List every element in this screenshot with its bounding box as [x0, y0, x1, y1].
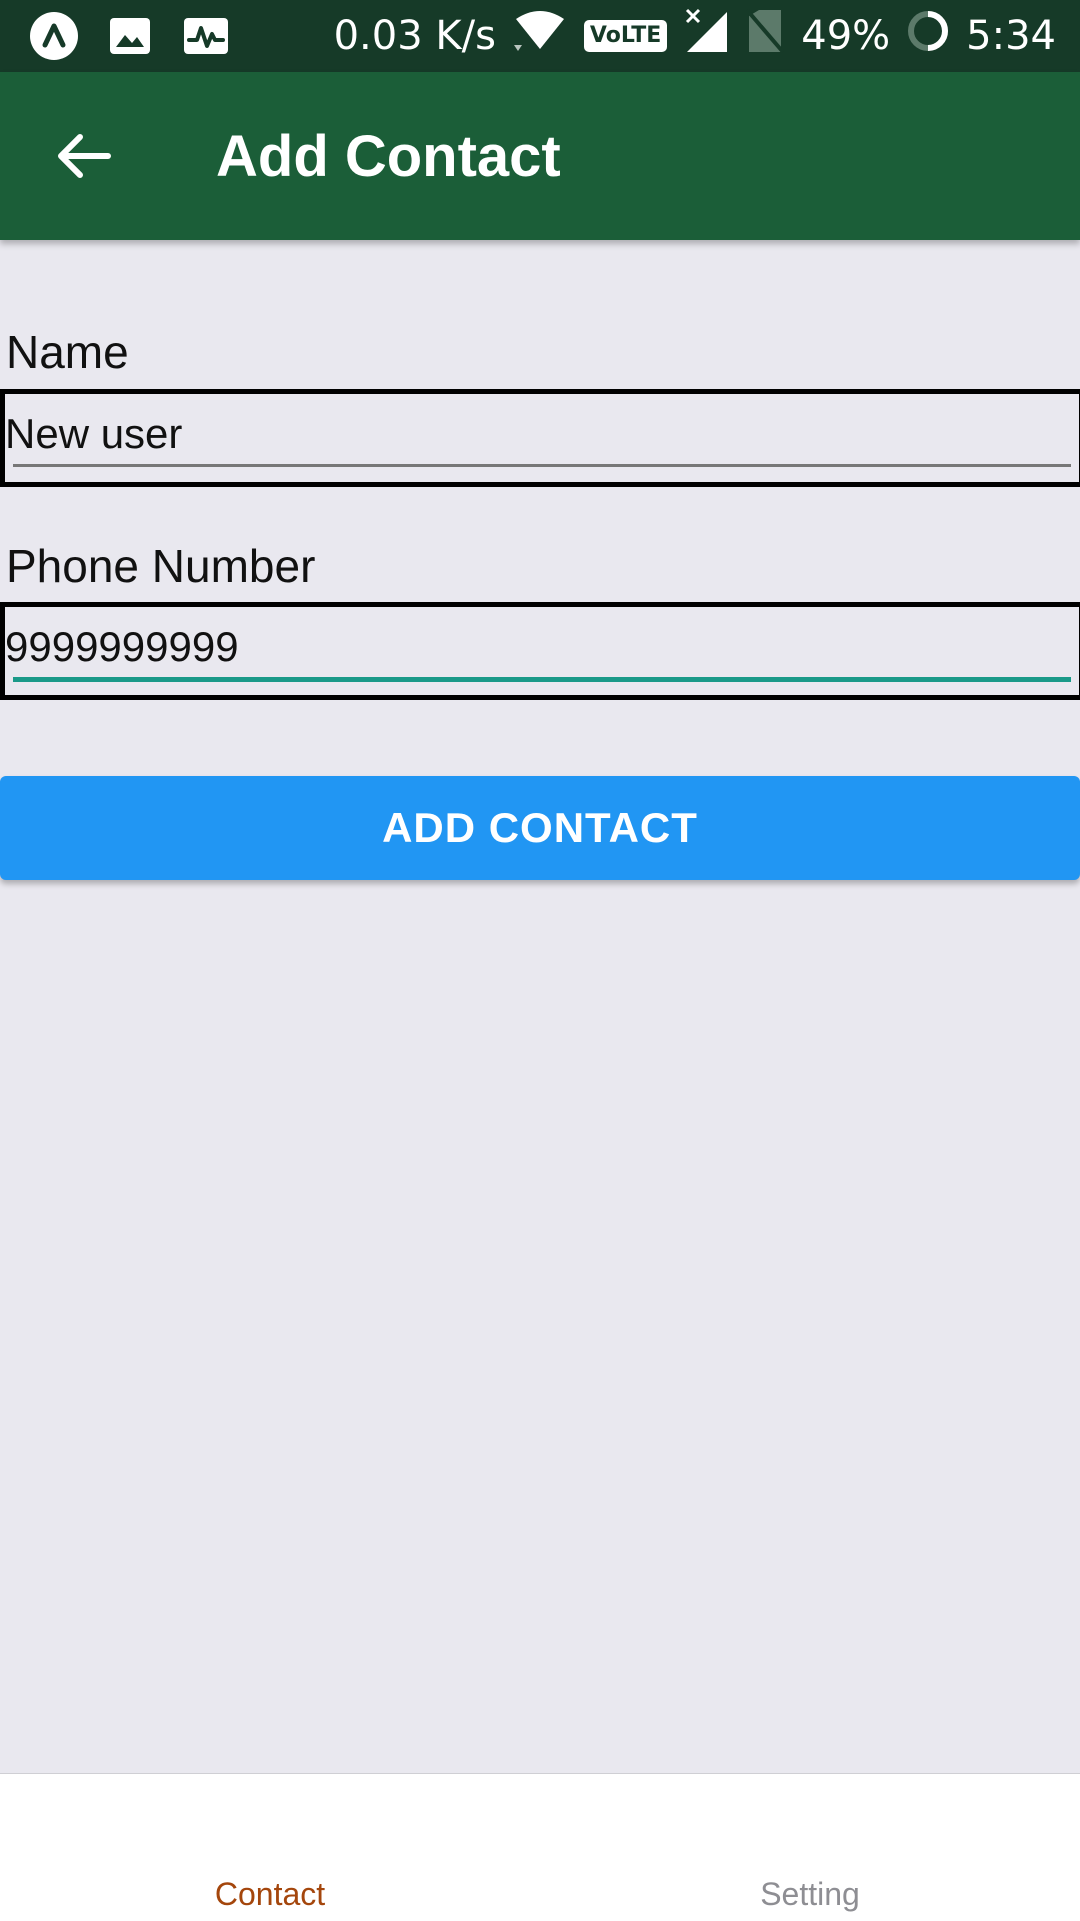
phone-input-underline	[13, 677, 1071, 682]
phone-label: Phone Number	[6, 540, 316, 592]
signal-icon	[683, 8, 729, 64]
status-bar: 0.03 K/s VoLTE 49% 5:34	[0, 0, 1080, 72]
phone-input[interactable]: 9999999999	[0, 602, 1080, 700]
phone-input-value: 9999999999	[5, 623, 239, 670]
bottom-tab-bar: Contact Setting	[0, 1773, 1080, 1921]
name-input[interactable]: New user	[0, 389, 1080, 487]
name-input-value: New user	[5, 410, 183, 457]
arrow-left-icon	[58, 134, 111, 178]
tab-setting[interactable]: Setting	[540, 1774, 1080, 1921]
add-contact-button[interactable]: ADD CONTACT	[0, 776, 1080, 880]
tab-setting-label: Setting	[760, 1876, 860, 1912]
battery-percent: 49%	[801, 13, 891, 59]
name-input-underline	[13, 464, 1071, 467]
notification-icons	[28, 10, 232, 62]
system-indicators: 0.03 K/s VoLTE 49% 5:34	[333, 8, 1056, 64]
page-title: Add Contact	[216, 124, 561, 189]
network-speed: 0.03 K/s	[333, 13, 496, 59]
app-notification-icon	[28, 10, 80, 62]
volte-badge: VoLTE	[583, 20, 668, 52]
activity-icon	[180, 10, 232, 62]
tab-contact-label: Contact	[214, 1876, 326, 1912]
tab-contact[interactable]: Contact	[0, 1774, 540, 1921]
name-label: Name	[6, 326, 129, 378]
no-sim-icon	[745, 8, 785, 64]
wifi-icon	[512, 9, 568, 63]
back-button[interactable]	[44, 116, 124, 196]
battery-ring-icon	[906, 9, 950, 63]
clock: 5:34	[966, 13, 1056, 59]
app-bar: Add Contact	[0, 72, 1080, 240]
image-icon	[104, 10, 156, 62]
